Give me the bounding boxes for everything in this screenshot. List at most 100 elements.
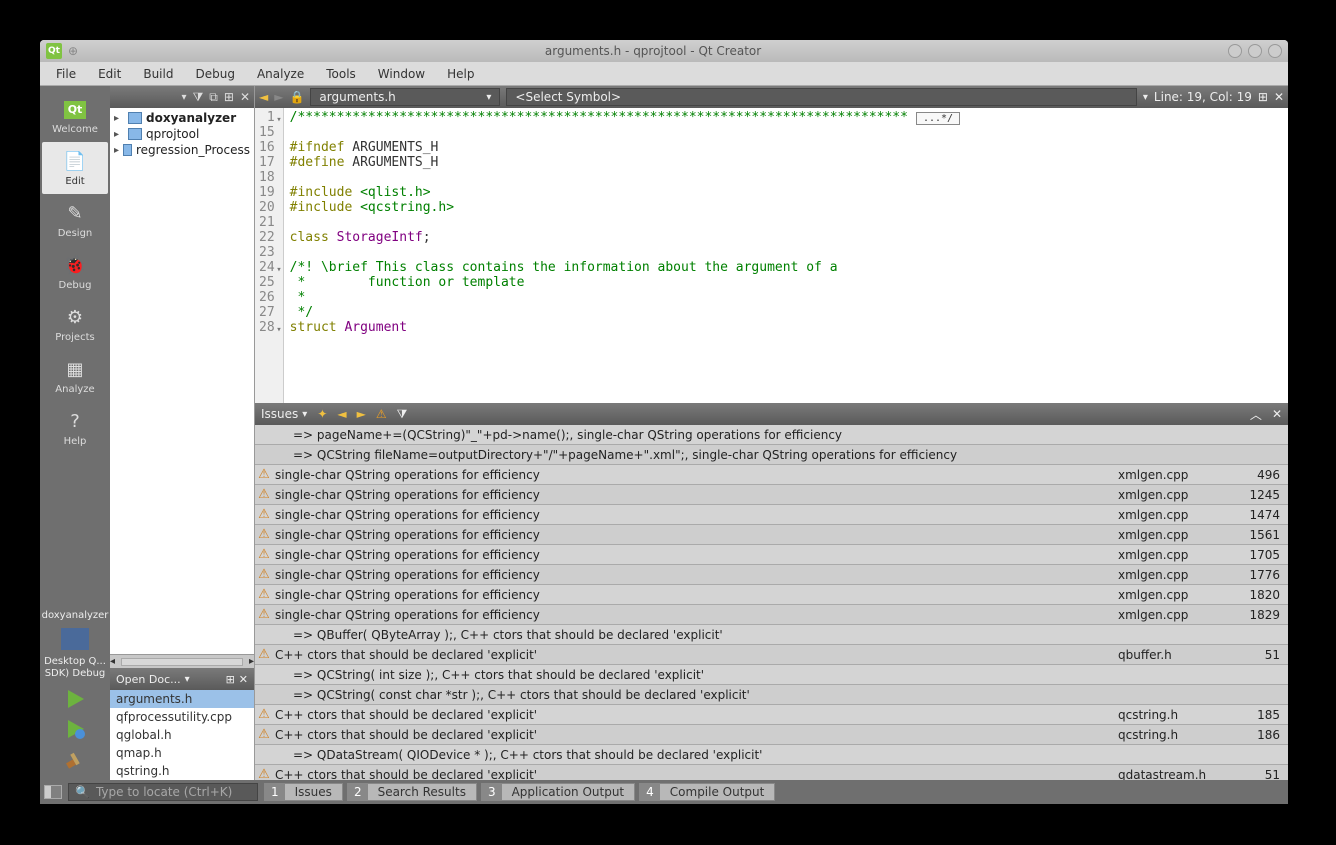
- main-window: Qt ⊕ arguments.h - qprojtool - Qt Creato…: [40, 40, 1288, 804]
- clear-icon[interactable]: ✦: [317, 407, 327, 421]
- open-doc-item[interactable]: arguments.h: [110, 690, 254, 708]
- mode-design[interactable]: ✎Design: [42, 194, 108, 246]
- split-icon[interactable]: ⊞: [226, 673, 235, 686]
- issue-row[interactable]: => QCString( const char *str );, C++ cto…: [255, 685, 1288, 705]
- line-col-status[interactable]: Line: 19, Col: 19: [1154, 90, 1252, 104]
- chevron-down-icon[interactable]: ▾: [182, 92, 187, 103]
- caret-icon[interactable]: ▸: [114, 129, 124, 140]
- warning-filter-icon[interactable]: ⚠: [376, 407, 387, 421]
- issues-list[interactable]: => pageName+=(QCString)"_"+pd->name();, …: [255, 425, 1288, 780]
- mode-debug[interactable]: 🐞Debug: [42, 246, 108, 298]
- issue-row[interactable]: single-char QString operations for effic…: [255, 465, 1288, 485]
- issues-dropdown[interactable]: Issues ▾: [261, 407, 307, 421]
- issue-row[interactable]: single-char QString operations for effic…: [255, 505, 1288, 525]
- code-editor[interactable]: 1▾15161718192021222324▾25262728▾ /******…: [255, 108, 1288, 403]
- fold-icon[interactable]: ▾: [273, 263, 282, 272]
- maximize-button[interactable]: [1248, 44, 1262, 58]
- caret-icon[interactable]: ▸: [114, 145, 119, 156]
- h-scrollbar[interactable]: ◂▸: [110, 654, 254, 668]
- issue-row[interactable]: => QCString fileName=outputDirectory+"/"…: [255, 445, 1288, 465]
- close-panel-icon[interactable]: ✕: [240, 90, 250, 104]
- debug-icon: 🐞: [61, 254, 89, 278]
- titlebar: Qt ⊕ arguments.h - qprojtool - Qt Creato…: [40, 40, 1288, 62]
- output-tab-compile-output[interactable]: 4Compile Output: [639, 783, 775, 801]
- menu-analyze[interactable]: Analyze: [247, 64, 314, 84]
- mode-analyze[interactable]: ▦Analyze: [42, 350, 108, 402]
- collapse-icon[interactable]: ︿: [1250, 406, 1262, 423]
- output-tab-issues[interactable]: 1Issues: [264, 783, 343, 801]
- nav-back-icon[interactable]: ◄: [259, 90, 268, 104]
- issue-row[interactable]: C++ ctors that should be declared 'expli…: [255, 705, 1288, 725]
- symbol-dropdown[interactable]: <Select Symbol>: [506, 88, 1136, 106]
- prev-icon[interactable]: ◄: [337, 407, 346, 421]
- close-icon[interactable]: ✕: [239, 673, 248, 686]
- issue-row[interactable]: single-char QString operations for effic…: [255, 565, 1288, 585]
- issue-row[interactable]: => QDataStream( QIODevice * );, C++ ctor…: [255, 745, 1288, 765]
- open-doc-item[interactable]: qstring.h: [110, 762, 254, 780]
- design-icon: ✎: [61, 202, 89, 226]
- issue-row[interactable]: single-char QString operations for effic…: [255, 545, 1288, 565]
- locator-input[interactable]: 🔍 Type to locate (Ctrl+K): [68, 783, 258, 801]
- output-tab-application-output[interactable]: 3Application Output: [481, 783, 635, 801]
- caret-icon[interactable]: ▸: [114, 113, 124, 124]
- lock-icon[interactable]: 🔒: [289, 90, 304, 104]
- mode-welcome[interactable]: QtWelcome: [42, 90, 108, 142]
- mode-projects[interactable]: ⚙Projects: [42, 298, 108, 350]
- close-issues-icon[interactable]: ✕: [1272, 407, 1282, 421]
- warning-icon: [255, 707, 273, 722]
- issue-row[interactable]: single-char QString operations for effic…: [255, 485, 1288, 505]
- projects-icon: ⚙: [61, 306, 89, 330]
- project-item[interactable]: ▸regression_Process: [110, 142, 254, 158]
- minimize-button[interactable]: [1228, 44, 1242, 58]
- search-icon: 🔍: [75, 785, 90, 799]
- issue-row[interactable]: C++ ctors that should be declared 'expli…: [255, 765, 1288, 780]
- close-button[interactable]: [1268, 44, 1282, 58]
- menu-debug[interactable]: Debug: [185, 64, 244, 84]
- kit-icon[interactable]: [61, 628, 89, 650]
- open-doc-item[interactable]: qmap.h: [110, 744, 254, 762]
- fold-icon[interactable]: ▾: [273, 113, 282, 122]
- project-icon: [128, 128, 142, 140]
- project-icon: [123, 144, 132, 156]
- kit-label[interactable]: Desktop Q...SDK) Debug: [44, 656, 106, 680]
- nav-fwd-icon[interactable]: ►: [274, 90, 283, 104]
- issue-row[interactable]: single-char QString operations for effic…: [255, 525, 1288, 545]
- link-icon[interactable]: ⧉: [209, 90, 218, 105]
- issue-row[interactable]: => pageName+=(QCString)"_"+pd->name();, …: [255, 425, 1288, 445]
- open-doc-item[interactable]: qfprocessutility.cpp: [110, 708, 254, 726]
- project-item[interactable]: ▸qprojtool: [110, 126, 254, 142]
- menu-window[interactable]: Window: [368, 64, 435, 84]
- project-tree[interactable]: ▸doxyanalyzer▸qprojtool▸regression_Proce…: [110, 108, 254, 654]
- issue-row[interactable]: => QCString( int size );, C++ ctors that…: [255, 665, 1288, 685]
- next-icon[interactable]: ►: [357, 407, 366, 421]
- run-debug-button[interactable]: [60, 714, 90, 744]
- open-doc-item[interactable]: qglobal.h: [110, 726, 254, 744]
- run-button[interactable]: [60, 684, 90, 714]
- menu-build[interactable]: Build: [133, 64, 183, 84]
- close-editor-icon[interactable]: ✕: [1274, 90, 1284, 104]
- menu-help[interactable]: Help: [437, 64, 484, 84]
- menu-file[interactable]: File: [46, 64, 86, 84]
- issue-row[interactable]: C++ ctors that should be declared 'expli…: [255, 645, 1288, 665]
- issue-row[interactable]: single-char QString operations for effic…: [255, 605, 1288, 625]
- issue-row[interactable]: C++ ctors that should be declared 'expli…: [255, 725, 1288, 745]
- expand-icon[interactable]: ⊕: [68, 44, 78, 58]
- issue-row[interactable]: single-char QString operations for effic…: [255, 585, 1288, 605]
- split-editor-icon[interactable]: ⊞: [1258, 90, 1268, 104]
- filter-icon[interactable]: ⧩: [397, 407, 408, 422]
- project-item[interactable]: ▸doxyanalyzer: [110, 110, 254, 126]
- file-dropdown[interactable]: arguments.h▾: [310, 88, 500, 106]
- filter-icon[interactable]: ⧩: [193, 90, 204, 105]
- issue-row[interactable]: => QBuffer( QByteArray );, C++ ctors tha…: [255, 625, 1288, 645]
- output-tab-search-results[interactable]: 2Search Results: [347, 783, 477, 801]
- fold-icon[interactable]: ▾: [273, 323, 282, 332]
- toggle-sidebar-button[interactable]: [44, 785, 62, 799]
- mode-help[interactable]: ?Help: [42, 402, 108, 454]
- menu-edit[interactable]: Edit: [88, 64, 131, 84]
- split-icon[interactable]: ⊞: [224, 90, 234, 104]
- build-button[interactable]: [60, 744, 90, 774]
- opendocs-header: Open Doc...▾ ⊞ ✕: [110, 668, 254, 690]
- mode-edit[interactable]: 📄Edit: [42, 142, 108, 194]
- warning-icon: [255, 487, 273, 502]
- menu-tools[interactable]: Tools: [316, 64, 366, 84]
